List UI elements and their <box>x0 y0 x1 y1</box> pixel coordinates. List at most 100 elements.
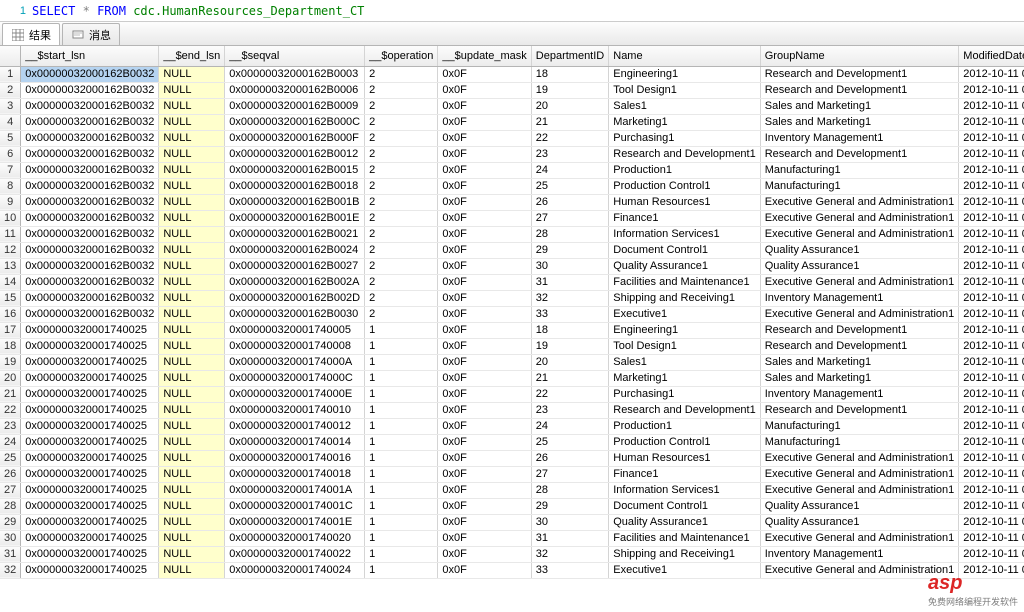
cell-update-mask[interactable]: 0x0F <box>438 306 531 322</box>
cell-department-id[interactable]: 27 <box>531 466 608 482</box>
cell-modified-date[interactable]: 2012-10-11 09:26:51.133 <box>959 178 1024 194</box>
cell-group-name[interactable]: Executive General and Administration1 <box>760 274 959 290</box>
cell-modified-date[interactable]: 2012-10-11 09:26:51.133 <box>959 130 1024 146</box>
cell-group-name[interactable]: Sales and Marketing1 <box>760 98 959 114</box>
cell-seqval[interactable]: 0x000000320001740022 <box>225 546 365 562</box>
cell-name[interactable]: Facilities and Maintenance1 <box>609 274 760 290</box>
cell-start-lsn[interactable]: 0x00000032000162B0032 <box>21 146 159 162</box>
cell-department-id[interactable]: 26 <box>531 450 608 466</box>
cell-group-name[interactable]: Inventory Management1 <box>760 290 959 306</box>
cell-end-lsn[interactable]: NULL <box>159 514 225 530</box>
cell-operation[interactable]: 1 <box>365 530 438 546</box>
cell-name[interactable]: Human Resources1 <box>609 450 760 466</box>
table-row[interactable]: 120x00000032000162B0032NULL0x00000032000… <box>0 242 1024 258</box>
cell-department-id[interactable]: 18 <box>531 66 608 82</box>
cell-seqval[interactable]: 0x00000032000162B0015 <box>225 162 365 178</box>
cell-start-lsn[interactable]: 0x00000032000162B0032 <box>21 82 159 98</box>
cell-operation[interactable]: 2 <box>365 178 438 194</box>
cell-name[interactable]: Purchasing1 <box>609 130 760 146</box>
cell-start-lsn[interactable]: 0x00000032000162B0032 <box>21 226 159 242</box>
header-row[interactable]: __$start_lsn__$end_lsn__$seqval__$operat… <box>0 46 1024 66</box>
row-number[interactable]: 6 <box>0 146 21 162</box>
row-number[interactable]: 32 <box>0 562 21 578</box>
cell-update-mask[interactable]: 0x0F <box>438 546 531 562</box>
cell-name[interactable]: Marketing1 <box>609 114 760 130</box>
cell-name[interactable]: Quality Assurance1 <box>609 258 760 274</box>
cell-operation[interactable]: 2 <box>365 162 438 178</box>
cell-name[interactable]: Information Services1 <box>609 226 760 242</box>
cell-end-lsn[interactable]: NULL <box>159 434 225 450</box>
cell-operation[interactable]: 2 <box>365 258 438 274</box>
cell-department-id[interactable]: 30 <box>531 514 608 530</box>
cell-name[interactable]: Research and Development1 <box>609 402 760 418</box>
cell-update-mask[interactable]: 0x0F <box>438 402 531 418</box>
cell-start-lsn[interactable]: 0x00000032000162B0032 <box>21 130 159 146</box>
cell-name[interactable]: Finance1 <box>609 210 760 226</box>
cell-seqval[interactable]: 0x00000032000162B0027 <box>225 258 365 274</box>
cell-department-id[interactable]: 31 <box>531 274 608 290</box>
table-row[interactable]: 260x000000320001740025NULL0x000000320001… <box>0 466 1024 482</box>
cell-seqval[interactable]: 0x00000032000174000C <box>225 370 365 386</box>
cell-name[interactable]: Document Control1 <box>609 242 760 258</box>
cell-name[interactable]: Executive1 <box>609 562 760 578</box>
cell-end-lsn[interactable]: NULL <box>159 274 225 290</box>
cell-name[interactable]: Production1 <box>609 418 760 434</box>
cell-modified-date[interactable]: 2012-10-11 09:26:51.133 <box>959 258 1024 274</box>
cell-start-lsn[interactable]: 0x000000320001740025 <box>21 498 159 514</box>
table-row[interactable]: 110x00000032000162B0032NULL0x00000032000… <box>0 226 1024 242</box>
table-row[interactable]: 140x00000032000162B0032NULL0x00000032000… <box>0 274 1024 290</box>
cell-start-lsn[interactable]: 0x00000032000162B0032 <box>21 114 159 130</box>
cell-update-mask[interactable]: 0x0F <box>438 466 531 482</box>
cell-start-lsn[interactable]: 0x000000320001740025 <box>21 482 159 498</box>
table-row[interactable]: 60x00000032000162B0032NULL0x000000320001… <box>0 146 1024 162</box>
row-number[interactable]: 28 <box>0 498 21 514</box>
cell-department-id[interactable]: 25 <box>531 434 608 450</box>
col-header[interactable]: GroupName <box>760 46 959 66</box>
cell-group-name[interactable]: Research and Development1 <box>760 146 959 162</box>
cell-modified-date[interactable]: 2012-10-11 09:26:51.133 <box>959 514 1024 530</box>
cell-end-lsn[interactable]: NULL <box>159 354 225 370</box>
cell-department-id[interactable]: 22 <box>531 130 608 146</box>
cell-name[interactable]: Sales1 <box>609 354 760 370</box>
cell-update-mask[interactable]: 0x0F <box>438 114 531 130</box>
cell-modified-date[interactable]: 2012-10-11 09:26:51.133 <box>959 114 1024 130</box>
cell-seqval[interactable]: 0x00000032000174000A <box>225 354 365 370</box>
cell-update-mask[interactable]: 0x0F <box>438 242 531 258</box>
sql-editor[interactable]: 1 SELECT * FROM cdc.HumanResources_Depar… <box>0 0 1024 22</box>
cell-start-lsn[interactable]: 0x000000320001740025 <box>21 338 159 354</box>
col-header[interactable]: __$seqval <box>225 46 365 66</box>
cell-end-lsn[interactable]: NULL <box>159 242 225 258</box>
cell-modified-date[interactable]: 2012-10-11 09:26:51.133 <box>959 306 1024 322</box>
row-number[interactable]: 8 <box>0 178 21 194</box>
cell-group-name[interactable]: Executive General and Administration1 <box>760 482 959 498</box>
table-row[interactable]: 200x000000320001740025NULL0x000000320001… <box>0 370 1024 386</box>
table-row[interactable]: 150x00000032000162B0032NULL0x00000032000… <box>0 290 1024 306</box>
cell-operation[interactable]: 1 <box>365 338 438 354</box>
cell-start-lsn[interactable]: 0x000000320001740025 <box>21 370 159 386</box>
cell-group-name[interactable]: Manufacturing1 <box>760 418 959 434</box>
cell-department-id[interactable]: 18 <box>531 322 608 338</box>
cell-end-lsn[interactable]: NULL <box>159 402 225 418</box>
cell-operation[interactable]: 2 <box>365 210 438 226</box>
cell-operation[interactable]: 1 <box>365 514 438 530</box>
cell-update-mask[interactable]: 0x0F <box>438 562 531 578</box>
cell-update-mask[interactable]: 0x0F <box>438 82 531 98</box>
cell-seqval[interactable]: 0x00000032000162B001E <box>225 210 365 226</box>
cell-department-id[interactable]: 24 <box>531 162 608 178</box>
table-row[interactable]: 210x000000320001740025NULL0x000000320001… <box>0 386 1024 402</box>
cell-seqval[interactable]: 0x000000320001740005 <box>225 322 365 338</box>
cell-operation[interactable]: 1 <box>365 450 438 466</box>
cell-modified-date[interactable]: 2012-10-11 09:26:51.133 <box>959 322 1024 338</box>
cell-end-lsn[interactable]: NULL <box>159 226 225 242</box>
cell-end-lsn[interactable]: NULL <box>159 546 225 562</box>
cell-department-id[interactable]: 21 <box>531 370 608 386</box>
cell-modified-date[interactable]: 2012-10-11 09:26:51.133 <box>959 194 1024 210</box>
cell-start-lsn[interactable]: 0x000000320001740025 <box>21 354 159 370</box>
cell-end-lsn[interactable]: NULL <box>159 338 225 354</box>
cell-seqval[interactable]: 0x000000320001740016 <box>225 450 365 466</box>
row-number[interactable]: 27 <box>0 482 21 498</box>
cell-department-id[interactable]: 28 <box>531 482 608 498</box>
cell-group-name[interactable]: Inventory Management1 <box>760 130 959 146</box>
cell-name[interactable]: Engineering1 <box>609 322 760 338</box>
cell-seqval[interactable]: 0x00000032000162B0021 <box>225 226 365 242</box>
